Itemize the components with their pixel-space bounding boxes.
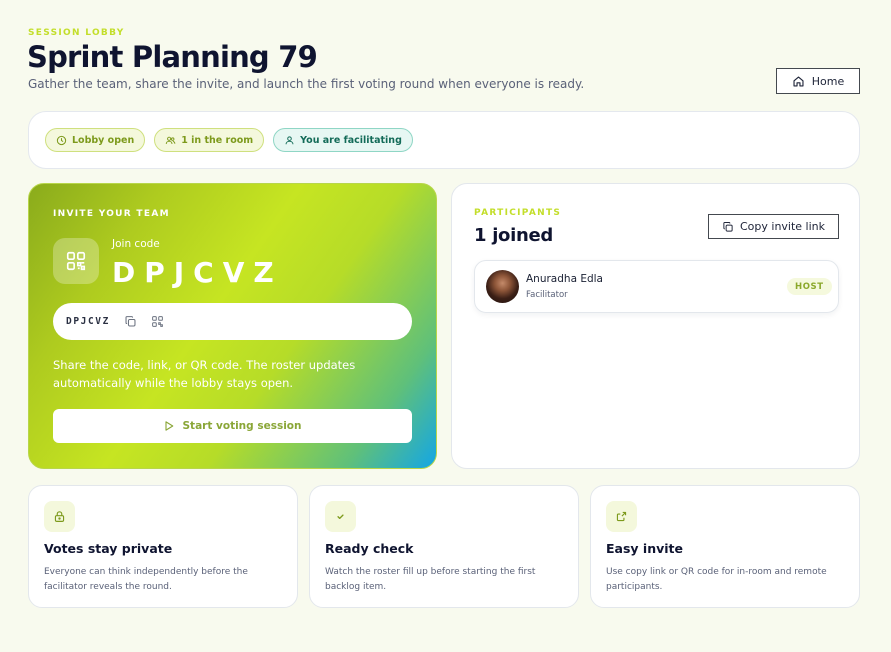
status-bar: Lobby open 1 in the room You are facilit… bbox=[28, 111, 860, 169]
invite-help-text: Share the code, link, or QR code. The ro… bbox=[53, 358, 356, 390]
invite-code-field[interactable]: DPJCVZ bbox=[53, 303, 412, 340]
join-code-label: Join code bbox=[112, 238, 160, 250]
feature-title: Easy invite bbox=[606, 541, 683, 556]
status-pill-label: 1 in the room bbox=[181, 134, 254, 146]
copy-icon[interactable] bbox=[124, 315, 137, 328]
page-title: Sprint Planning 79 bbox=[27, 40, 318, 74]
lock-icon bbox=[44, 501, 75, 532]
participant-role: Facilitator bbox=[526, 290, 568, 300]
join-code-value: DPJCVZ bbox=[112, 256, 283, 289]
qr-code-icon[interactable] bbox=[151, 315, 164, 328]
feature-description: Use copy link or QR code for in-room and… bbox=[606, 567, 827, 592]
clock-icon bbox=[56, 135, 67, 146]
status-pill-room: 1 in the room bbox=[154, 128, 265, 152]
share-icon bbox=[606, 501, 637, 532]
status-pill-facilitating: You are facilitating bbox=[273, 128, 413, 152]
users-icon bbox=[165, 135, 176, 146]
feature-card-invite: Easy invite Use copy link or QR code for… bbox=[590, 485, 860, 608]
feature-description: Everyone can think independently before … bbox=[44, 567, 248, 592]
joined-count: 1 joined bbox=[474, 225, 554, 246]
participants-eyebrow: PARTICIPANTS bbox=[474, 208, 562, 218]
user-icon bbox=[284, 135, 295, 146]
start-voting-label: Start voting session bbox=[182, 420, 302, 432]
copy-invite-link-button[interactable]: Copy invite link bbox=[708, 214, 839, 239]
participant-row: Anuradha Edla Facilitator HOST bbox=[474, 260, 839, 313]
home-button-label: Home bbox=[811, 74, 845, 88]
copy-icon bbox=[722, 221, 734, 233]
invite-code-text: DPJCVZ bbox=[66, 316, 110, 327]
feature-title: Ready check bbox=[325, 541, 414, 556]
check-icon bbox=[325, 501, 356, 532]
qr-code-icon bbox=[53, 238, 99, 284]
page-subtitle: Gather the team, share the invite, and l… bbox=[28, 77, 585, 91]
status-pill-label: Lobby open bbox=[72, 134, 135, 146]
status-pill-label: You are facilitating bbox=[300, 134, 402, 146]
copy-invite-link-label: Copy invite link bbox=[739, 220, 826, 233]
home-button[interactable]: Home bbox=[776, 68, 860, 94]
feature-description: Watch the roster fill up before starting… bbox=[325, 567, 536, 592]
invite-card: INVITE YOUR TEAM Join code DPJCVZ DPJCVZ… bbox=[28, 183, 437, 469]
host-badge: HOST bbox=[787, 278, 832, 295]
participants-card: PARTICIPANTS 1 joined Copy invite link A… bbox=[451, 183, 860, 469]
home-icon bbox=[792, 75, 805, 88]
eyebrow-session-lobby: SESSION LOBBY bbox=[28, 28, 125, 38]
invite-eyebrow: INVITE YOUR TEAM bbox=[53, 209, 170, 219]
feature-title: Votes stay private bbox=[44, 541, 173, 556]
status-pill-lobby: Lobby open bbox=[45, 128, 146, 152]
participant-name: Anuradha Edla bbox=[526, 273, 603, 285]
start-voting-button[interactable]: Start voting session bbox=[53, 409, 412, 443]
play-icon bbox=[163, 420, 175, 432]
avatar bbox=[486, 270, 519, 303]
feature-card-ready: Ready check Watch the roster fill up bef… bbox=[309, 485, 579, 608]
feature-card-private: Votes stay private Everyone can think in… bbox=[28, 485, 298, 608]
